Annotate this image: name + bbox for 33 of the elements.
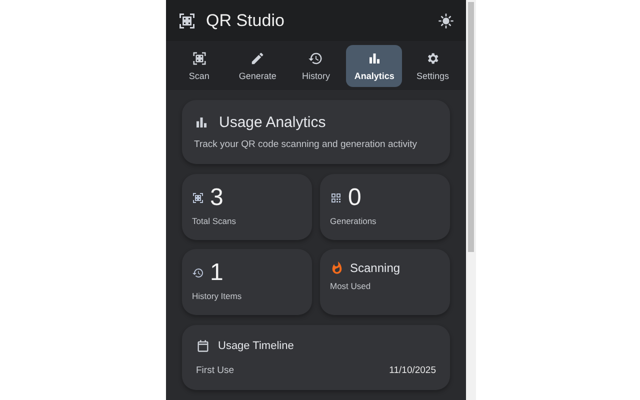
settings-icon <box>425 50 440 66</box>
history-icon <box>192 267 204 279</box>
nav-tab[interactable]: Settings <box>404 44 461 87</box>
sun-icon[interactable] <box>438 12 454 29</box>
section-subtitle: Track your QR code scanning and generation activity <box>194 139 418 150</box>
section-title: Usage Analytics <box>219 114 326 131</box>
stat-label: Generations <box>330 216 378 226</box>
nav-tab[interactable]: Scan <box>171 44 228 87</box>
stat-value: 3 <box>210 186 224 210</box>
scan-icon <box>192 50 207 66</box>
calendar-icon <box>196 339 210 353</box>
timeline-value: 11/10/2025 <box>389 365 436 376</box>
nav-tab[interactable]: History <box>288 44 344 87</box>
history-icon <box>308 50 324 66</box>
stat-label: Most Used <box>330 281 372 291</box>
bar-chart-icon <box>366 50 382 66</box>
flame-icon <box>330 261 344 275</box>
scrollbar-thumb[interactable] <box>468 2 474 252</box>
pencil-icon <box>250 50 266 66</box>
stat-label: Total Scans <box>192 216 237 226</box>
stat-value: Scanning <box>350 261 400 275</box>
nav-tab[interactable]: Generate <box>230 44 286 87</box>
nav-tab[interactable]: Analytics <box>346 44 402 87</box>
qr-code-icon <box>330 192 342 204</box>
scan-icon <box>178 12 196 30</box>
app-title: QR Studio <box>206 10 286 31</box>
stat-value: 0 <box>348 186 362 210</box>
bar-chart-icon <box>194 115 209 130</box>
scan-icon <box>192 192 204 204</box>
stat-value: 1 <box>210 261 224 285</box>
timeline-title: Usage Timeline <box>218 340 294 352</box>
stat-label: History Items <box>192 291 243 301</box>
timeline-label: First Use <box>196 365 234 376</box>
